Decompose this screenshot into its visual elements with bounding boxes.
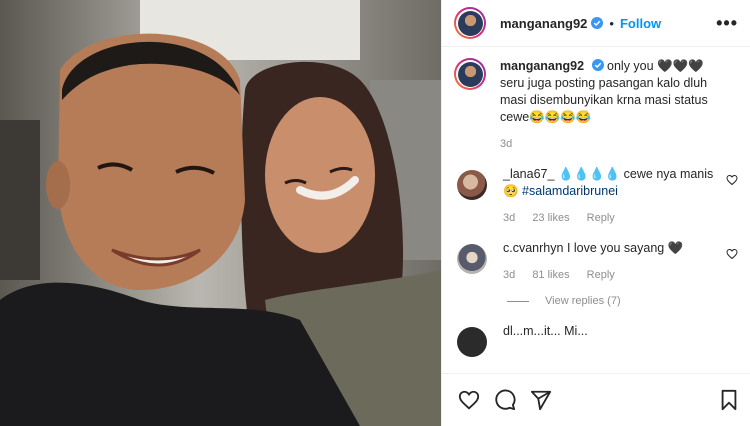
comment-likes[interactable]: 23 likes bbox=[532, 212, 569, 224]
view-replies-line bbox=[507, 300, 529, 302]
post-photo[interactable] bbox=[0, 0, 441, 426]
author-username[interactable]: manganang92 bbox=[500, 16, 587, 31]
follow-button[interactable]: Follow bbox=[620, 16, 661, 31]
caption-username[interactable]: manganang92 bbox=[500, 59, 584, 73]
comment-item: _lana67_ 💧💧💧💧 cewe nya manis 🥺 #salamdar… bbox=[442, 166, 750, 224]
caption: manganang92 only you 🖤🖤🖤 seru juga posti… bbox=[442, 58, 750, 150]
commenter-avatar[interactable] bbox=[457, 244, 487, 274]
action-bar bbox=[442, 373, 750, 426]
reply-button[interactable]: Reply bbox=[587, 212, 615, 224]
view-replies-button[interactable]: View replies (7) bbox=[442, 295, 750, 307]
commenter-username[interactable]: c.cvanrhyn bbox=[503, 241, 563, 255]
comment-icon[interactable] bbox=[494, 389, 516, 411]
hashtag-link[interactable]: #salamdaribrunei bbox=[522, 184, 618, 198]
header-separator: • bbox=[609, 15, 614, 31]
couple-selfie-image bbox=[0, 0, 441, 426]
verified-badge-icon bbox=[591, 59, 604, 71]
view-replies-label: View replies (7) bbox=[545, 295, 621, 307]
share-icon[interactable] bbox=[530, 389, 552, 411]
instagram-post: manganang92 • Follow ••• manganang92 onl… bbox=[0, 0, 750, 426]
verified-badge-icon bbox=[591, 17, 604, 29]
comment-time[interactable]: 3d bbox=[503, 269, 515, 281]
comment-likes[interactable]: 81 likes bbox=[532, 269, 569, 281]
heart-icon[interactable] bbox=[726, 174, 738, 186]
author-avatar[interactable] bbox=[454, 7, 486, 39]
more-options-icon[interactable]: ••• bbox=[716, 13, 738, 34]
commenter-username[interactable]: dl...m...it... bbox=[503, 324, 561, 338]
bookmark-icon[interactable] bbox=[718, 389, 740, 411]
comment-text: Mi... bbox=[564, 324, 588, 338]
caption-meta: 3d bbox=[500, 138, 725, 150]
commenter-username[interactable]: _lana67_ bbox=[503, 167, 554, 181]
post-sidebar: manganang92 • Follow ••• manganang92 onl… bbox=[441, 0, 750, 426]
post-header: manganang92 • Follow ••• bbox=[442, 0, 750, 47]
commenter-avatar[interactable] bbox=[457, 327, 487, 357]
reply-button[interactable]: Reply bbox=[587, 269, 615, 281]
heart-icon[interactable] bbox=[458, 389, 480, 411]
comment-text: I love you sayang 🖤 bbox=[566, 241, 684, 255]
comment-item: c.cvanrhyn I love you sayang 🖤 3d 81 lik… bbox=[442, 240, 750, 281]
commenter-avatar[interactable] bbox=[457, 170, 487, 200]
comments-list[interactable]: manganang92 only you 🖤🖤🖤 seru juga posti… bbox=[442, 58, 750, 374]
comment-item: dl...m...it... Mi... bbox=[442, 323, 750, 357]
caption-time[interactable]: 3d bbox=[500, 138, 512, 150]
comment-time[interactable]: 3d bbox=[503, 212, 515, 224]
heart-icon[interactable] bbox=[726, 248, 738, 260]
caption-avatar[interactable] bbox=[454, 58, 486, 90]
comment-meta: 3d 23 likes Reply bbox=[503, 212, 723, 224]
comment-meta: 3d 81 likes Reply bbox=[503, 269, 723, 281]
